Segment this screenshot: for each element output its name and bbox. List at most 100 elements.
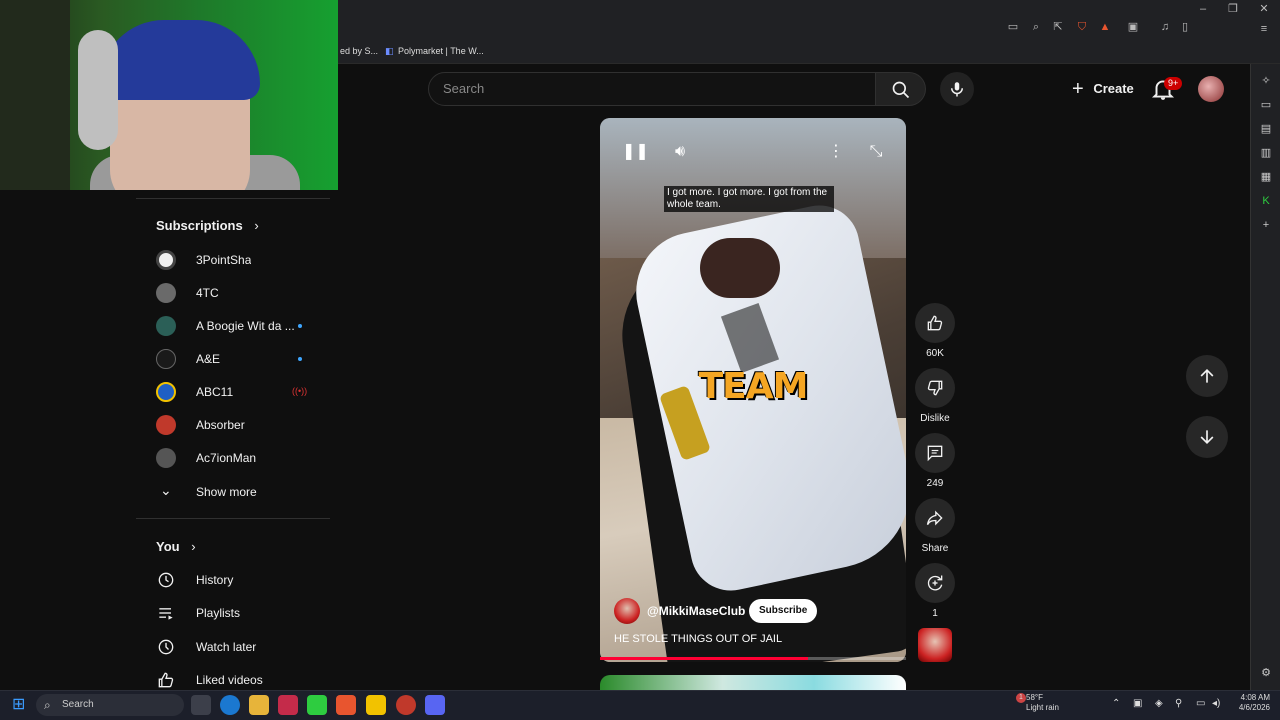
history-item[interactable]: History xyxy=(136,563,330,596)
tray-app-icon[interactable]: ▣ xyxy=(1133,698,1142,709)
playlists-item[interactable]: Playlists xyxy=(136,596,330,629)
extensions-icon[interactable]: ▣ xyxy=(1126,20,1140,34)
channel-avatar[interactable] xyxy=(614,598,640,624)
chevron-right-icon: › xyxy=(191,539,196,554)
obs-icon[interactable] xyxy=(396,695,416,715)
screen-cast-icon[interactable]: ▭ xyxy=(1006,20,1020,34)
leo-ai-icon[interactable]: ✧ xyxy=(1259,74,1273,88)
chevron-down-icon: ⌄ xyxy=(160,482,172,498)
channel-handle[interactable]: @MikkiMaseClub xyxy=(647,604,745,618)
create-button[interactable]: + Create xyxy=(1062,72,1138,106)
sidebar-settings-icon[interactable]: ⚙ xyxy=(1259,666,1273,680)
brave-browser-icon[interactable] xyxy=(336,695,356,715)
sidebar-toggle-icon[interactable]: ▯ xyxy=(1178,20,1192,34)
bookmark-item[interactable]: Polymarket | The W... xyxy=(398,46,484,56)
task-view-icon[interactable] xyxy=(191,695,211,715)
bookmarks-icon[interactable]: ▥ xyxy=(1259,146,1273,160)
you-header[interactable]: You › xyxy=(156,539,196,554)
sound-thumbnail[interactable] xyxy=(918,628,952,662)
display-icon[interactable]: ▭ xyxy=(1196,698,1205,709)
channel-avatar-icon xyxy=(156,382,176,402)
discord-icon[interactable] xyxy=(425,695,445,715)
subscription-item[interactable]: 4TC xyxy=(136,276,330,309)
brave-shield-icon[interactable]: ⛉ xyxy=(1075,20,1089,34)
webcam-overlay xyxy=(0,0,338,190)
share-icon[interactable]: ⇱ xyxy=(1051,20,1065,34)
clock-time: 4:08 AM xyxy=(1240,693,1270,702)
add-panel-icon[interactable]: + xyxy=(1259,218,1273,232)
subscription-item[interactable]: Absorber xyxy=(136,408,330,441)
subscription-item[interactable]: Ac7ionMan xyxy=(136,441,330,474)
subscription-item[interactable]: ABC11 ((•)) xyxy=(136,375,330,408)
like-button[interactable] xyxy=(915,303,955,343)
brave-rewards-icon[interactable]: ▲ xyxy=(1098,20,1112,34)
volume-tray-icon[interactable]: ◂) xyxy=(1212,698,1220,709)
wallet-icon[interactable]: ▤ xyxy=(1259,122,1273,136)
zoom-icon[interactable]: ⌕ xyxy=(1029,20,1043,34)
subscriptions-header[interactable]: Subscriptions › xyxy=(156,218,259,233)
comments-button[interactable] xyxy=(915,433,955,473)
more-options-icon[interactable]: ⋮ xyxy=(824,140,848,164)
bookmark-item[interactable]: ed by S... xyxy=(340,46,378,56)
menu-icon[interactable]: ≡ xyxy=(1257,22,1271,36)
next-short-button[interactable] xyxy=(1186,416,1228,458)
subscription-item[interactable]: 3PointSha xyxy=(136,243,330,276)
live-icon: ((•)) xyxy=(292,386,308,396)
tab-icon[interactable]: ▭ xyxy=(1259,98,1273,112)
search-icon: ⌕ xyxy=(44,698,51,712)
weather-temp: 58°F xyxy=(1026,693,1043,702)
liked-videos-label: Liked videos xyxy=(196,673,263,687)
edge-icon[interactable] xyxy=(220,695,240,715)
history-icon xyxy=(158,572,174,588)
account-avatar[interactable] xyxy=(1198,76,1224,102)
microphone-icon xyxy=(951,82,963,97)
video-overlay-text: TEAM xyxy=(698,366,809,407)
minimize-icon[interactable]: – xyxy=(1196,2,1210,16)
clock[interactable]: 4:08 AM 4/6/2026 xyxy=(1234,693,1270,713)
subscription-label: ABC11 xyxy=(196,385,234,399)
search-icon xyxy=(892,81,910,99)
file-explorer-icon[interactable] xyxy=(249,695,269,715)
windows-start-icon[interactable]: ⊞ xyxy=(12,695,32,715)
search-button[interactable] xyxy=(876,72,926,106)
subscribe-button[interactable]: Subscribe xyxy=(749,599,818,623)
reading-list-icon[interactable]: ▦ xyxy=(1259,170,1273,184)
search-input[interactable]: Search xyxy=(428,72,876,106)
share-button[interactable] xyxy=(915,498,955,538)
history-label: History xyxy=(196,573,234,587)
previous-short-button[interactable] xyxy=(1186,355,1228,397)
channel-avatar-icon xyxy=(156,349,176,369)
adobe-icon[interactable] xyxy=(278,695,298,715)
subscription-item[interactable]: A&E xyxy=(136,342,330,375)
tray-app-icon[interactable]: ◈ xyxy=(1155,698,1163,709)
media-icon[interactable]: ♫ xyxy=(1158,20,1172,34)
video-title[interactable]: HE STOLE THINGS OUT OF JAIL xyxy=(614,633,782,645)
tray-chevron-icon[interactable]: ⌃ xyxy=(1112,698,1120,709)
volume-icon[interactable]: 🔊︎ xyxy=(668,140,692,164)
browser-sidebar: ✧ ▭ ▤ ▥ ▦ K + ⚙ xyxy=(1250,64,1280,690)
remix-button[interactable] xyxy=(915,563,955,603)
close-icon[interactable]: ✕ xyxy=(1257,2,1271,16)
pause-icon[interactable]: ❚❚ xyxy=(622,140,649,164)
kick-app-icon[interactable] xyxy=(307,695,327,715)
subscription-item[interactable]: A Boogie Wit da ... xyxy=(136,309,330,342)
rockstar-icon[interactable] xyxy=(366,695,386,715)
kick-icon[interactable]: K xyxy=(1259,194,1273,208)
subscription-label: 3PointSha xyxy=(196,253,252,267)
voice-search-button[interactable] xyxy=(940,72,974,106)
microphone-tray-icon[interactable]: ⚲ xyxy=(1175,698,1182,709)
restore-icon[interactable]: ❐ xyxy=(1226,2,1240,16)
watch-later-item[interactable]: Watch later xyxy=(136,630,330,663)
remix-icon xyxy=(927,575,943,591)
taskbar-search[interactable]: ⌕ Search xyxy=(36,694,184,716)
show-more-button[interactable]: ⌄ Show more xyxy=(136,475,330,508)
comment-count: 249 xyxy=(926,478,944,489)
playlists-icon xyxy=(159,608,173,620)
divider xyxy=(136,518,330,519)
fullscreen-icon[interactable]: ⤡ xyxy=(864,140,888,164)
weather-widget[interactable]: 1 58°F Light rain xyxy=(1016,693,1059,713)
arrow-down-icon xyxy=(1200,430,1214,445)
subscription-label: Ac7ionMan xyxy=(196,451,257,465)
thumbs-up-icon xyxy=(927,315,943,331)
dislike-button[interactable] xyxy=(915,368,955,408)
